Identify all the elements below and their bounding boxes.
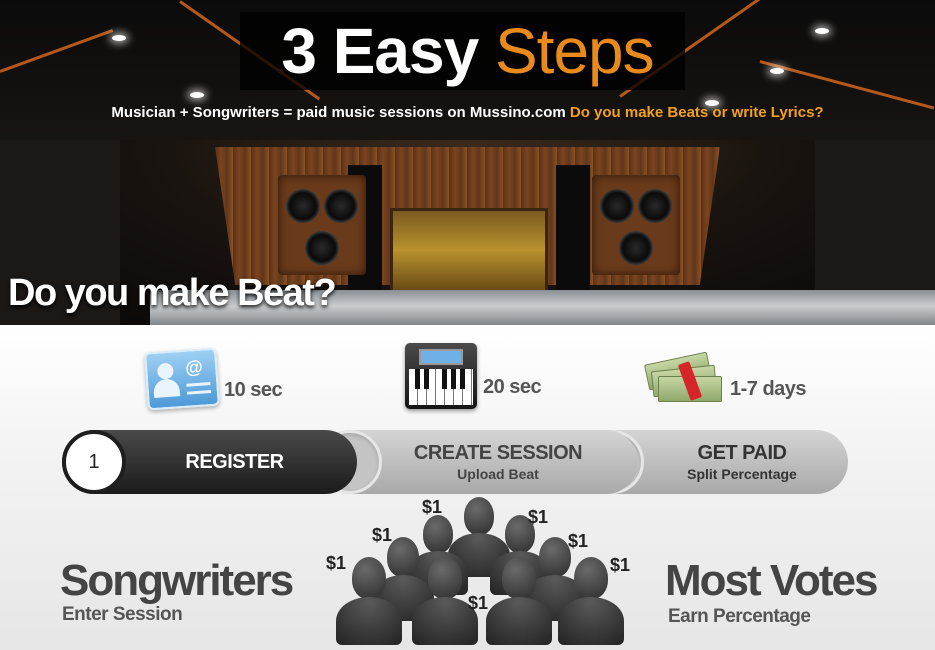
step-title: REGISTER (185, 450, 284, 473)
step-number: 1 (62, 430, 126, 494)
cash-icon (642, 351, 724, 404)
timing-paid: 1-7 days (642, 351, 807, 404)
step-subtitle: Split Percentage (687, 466, 797, 482)
studio-window (390, 208, 548, 293)
songwriters-subtext: Enter Session (62, 604, 183, 625)
piano-icon (405, 343, 477, 409)
studio-speaker (278, 175, 366, 275)
step-register[interactable]: 1 REGISTER (62, 430, 357, 494)
dollar-label: $1 (372, 525, 393, 545)
contact-card-icon: @ (144, 347, 220, 411)
title-part-1: 3 Easy (281, 15, 479, 87)
step-create-session[interactable]: 2 CREATE SESSION Upload Beat (318, 430, 638, 494)
songwriters-heading: Songwriters (60, 556, 294, 605)
most-votes-subtext: Earn Percentage (668, 606, 811, 627)
ceiling-light (190, 92, 204, 98)
timing-session: 20 sec (405, 343, 542, 409)
crowd-illustration: $1 $1 $1 $1 $1 $1 $1 (320, 495, 650, 645)
studio-speaker (592, 175, 680, 275)
step-subtitle: Upload Beat (457, 466, 539, 482)
subtitle-main: Musician + Songwriters = paid music sess… (111, 104, 566, 121)
page-title: 3 Easy Steps (0, 14, 935, 88)
timing-label: 10 sec (224, 378, 283, 401)
hero-banner: 3 Easy Steps Musician + Songwriters = pa… (0, 0, 935, 325)
timing-label: 20 sec (483, 375, 542, 398)
dollar-label: $1 (528, 507, 549, 527)
dollar-label: $1 (568, 531, 589, 551)
beat-question: Do you make Beat? (8, 272, 337, 314)
pillar (556, 165, 590, 290)
subtitle-highlight[interactable]: Do you make Beats or write Lyrics? (570, 104, 824, 121)
subtitle: Musician + Songwriters = paid music sess… (0, 104, 935, 121)
dollar-label: $1 (468, 593, 489, 613)
timing-label: 1-7 days (730, 377, 807, 400)
dollar-label: $1 (610, 555, 631, 575)
dollar-label: $1 (422, 497, 443, 517)
step-title: GET PAID (697, 442, 787, 464)
dollar-label: $1 (326, 553, 347, 573)
most-votes-heading: Most Votes (665, 556, 878, 605)
title-part-2: Steps (494, 15, 655, 87)
timing-register: @ 10 sec (144, 347, 283, 411)
person-icon (486, 557, 552, 645)
step-title: CREATE SESSION (413, 442, 583, 464)
